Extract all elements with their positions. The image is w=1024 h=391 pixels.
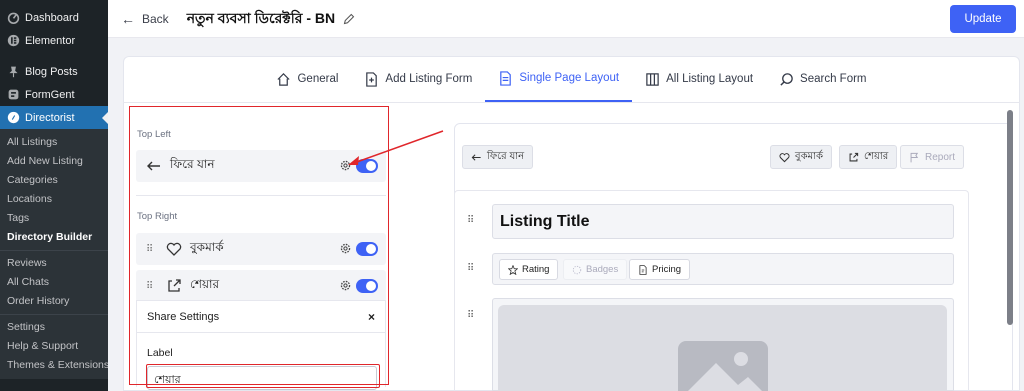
sidebar-item-label: Directorist bbox=[25, 111, 75, 124]
sidebar-item-elementor[interactable]: Elementor bbox=[0, 29, 108, 52]
arrow-left-icon: ← bbox=[121, 10, 135, 27]
elementor-icon bbox=[6, 34, 20, 48]
star-icon bbox=[508, 264, 518, 275]
directorist-icon bbox=[6, 111, 20, 125]
submenu-settings[interactable]: Settings bbox=[0, 318, 108, 337]
tab-label: All Listing Layout bbox=[666, 73, 754, 85]
preview-bookmark-label: বুকমার্ক bbox=[795, 150, 824, 162]
sidebar-item-dashboard[interactable]: Dashboard bbox=[0, 6, 108, 29]
chip-label: Rating bbox=[522, 264, 550, 275]
loader-icon bbox=[572, 265, 582, 274]
page-title: নতুন ব্যবসা ডিরেক্টরি - BN bbox=[186, 9, 336, 26]
arrow-left-icon bbox=[471, 153, 481, 161]
sidebar-item-label: Blog Posts bbox=[25, 65, 78, 78]
submenu-add-new-listing[interactable]: Add New Listing bbox=[0, 152, 108, 171]
grid-icon bbox=[646, 72, 659, 86]
sidebar-item-directorist[interactable]: Directorist bbox=[0, 106, 108, 129]
formgent-icon bbox=[6, 88, 20, 102]
drag-handle-icon[interactable]: ⠿ bbox=[467, 310, 474, 321]
tab-general[interactable]: General bbox=[263, 56, 351, 102]
sidebar-item-label: Elementor bbox=[25, 34, 76, 47]
tab-label: Add Listing Form bbox=[385, 73, 473, 85]
drag-handle-icon[interactable]: ⠿ bbox=[467, 263, 474, 274]
submenu-directory-builder[interactable]: Directory Builder bbox=[0, 228, 108, 247]
submenu-divider bbox=[0, 250, 108, 251]
tab-label: General bbox=[297, 73, 339, 85]
heart-icon bbox=[779, 152, 790, 162]
preview-scrollbar[interactable] bbox=[1007, 110, 1013, 325]
submenu-locations[interactable]: Locations bbox=[0, 190, 108, 209]
badges-chip: Badges bbox=[563, 259, 628, 280]
pin-icon bbox=[6, 65, 20, 79]
submenu-themes-extensions[interactable]: Themes & Extensions bbox=[0, 356, 109, 375]
price-tag-icon bbox=[639, 264, 647, 275]
home-icon bbox=[277, 72, 291, 86]
drag-handle-icon[interactable]: ⠿ bbox=[467, 215, 474, 226]
back-button[interactable]: ← Back bbox=[121, 11, 169, 27]
top-bar: ← Back নতুন ব্যবসা ডিরেক্টরি - BN Update bbox=[108, 0, 1024, 38]
submenu-all-chats[interactable]: All Chats bbox=[0, 273, 108, 292]
tab-label: Single Page Layout bbox=[519, 72, 620, 84]
sidebar-item-blog-posts[interactable]: Blog Posts bbox=[0, 60, 108, 83]
rating-chip: Rating bbox=[499, 259, 559, 280]
preview-share-label: শেয়ার bbox=[864, 150, 889, 162]
submenu-order-history[interactable]: Order History bbox=[0, 292, 108, 311]
preview-bookmark-button: বুকমার্ক bbox=[770, 145, 833, 169]
tab-all-listing-layout[interactable]: All Listing Layout bbox=[632, 56, 766, 102]
tab-label: Search Form bbox=[800, 73, 867, 85]
update-button[interactable]: Update bbox=[950, 5, 1016, 33]
listing-meta-row[interactable]: Rating Badges Pricing bbox=[492, 253, 954, 285]
preview-report-label: Report bbox=[925, 151, 956, 163]
chip-label: Pricing bbox=[652, 264, 682, 275]
pricing-chip: Pricing bbox=[629, 259, 691, 280]
tab-search-form[interactable]: Search Form bbox=[766, 56, 879, 102]
tab-add-listing-form[interactable]: Add Listing Form bbox=[351, 56, 485, 102]
admin-sidebar: Dashboard Elementor Blog Posts FormGent … bbox=[0, 0, 109, 391]
tab-single-page-layout[interactable]: Single Page Layout bbox=[485, 56, 633, 102]
sidebar-item-label: FormGent bbox=[25, 88, 75, 101]
add-form-icon bbox=[366, 71, 378, 87]
document-icon bbox=[500, 70, 512, 86]
preview-report-button: Report bbox=[900, 145, 965, 169]
chip-label: Badges bbox=[586, 264, 619, 275]
submenu-divider bbox=[0, 314, 108, 315]
listing-title-element[interactable]: Listing Title bbox=[492, 204, 954, 239]
flag-icon bbox=[910, 152, 919, 162]
preview-back-label: ফিরে যান bbox=[487, 150, 525, 162]
directorist-submenu: All Listings Add New Listing Categories … bbox=[0, 129, 109, 379]
submenu-tags[interactable]: Tags bbox=[0, 209, 108, 228]
pencil-icon[interactable] bbox=[343, 13, 355, 25]
preview-share-button: শেয়ার bbox=[839, 145, 898, 169]
search-icon bbox=[780, 72, 793, 86]
annotation-arrow-icon bbox=[348, 130, 444, 165]
image-icon bbox=[678, 341, 768, 391]
builder-tabs: General Add Listing Form Single Page Lay… bbox=[123, 56, 1020, 103]
submenu-all-listings[interactable]: All Listings bbox=[0, 133, 108, 152]
back-label: Back bbox=[142, 11, 169, 26]
annotation-input-highlight bbox=[146, 364, 380, 388]
submenu-help-support[interactable]: Help & Support bbox=[0, 337, 108, 356]
sidebar-item-label: Dashboard bbox=[25, 11, 79, 24]
preview-back-button: ফিরে যান bbox=[462, 145, 534, 169]
dashboard-icon bbox=[6, 11, 20, 25]
submenu-categories[interactable]: Categories bbox=[0, 171, 108, 190]
sidebar-item-formgent[interactable]: FormGent bbox=[0, 83, 108, 106]
submenu-reviews[interactable]: Reviews bbox=[0, 254, 108, 273]
share-icon bbox=[849, 152, 859, 161]
